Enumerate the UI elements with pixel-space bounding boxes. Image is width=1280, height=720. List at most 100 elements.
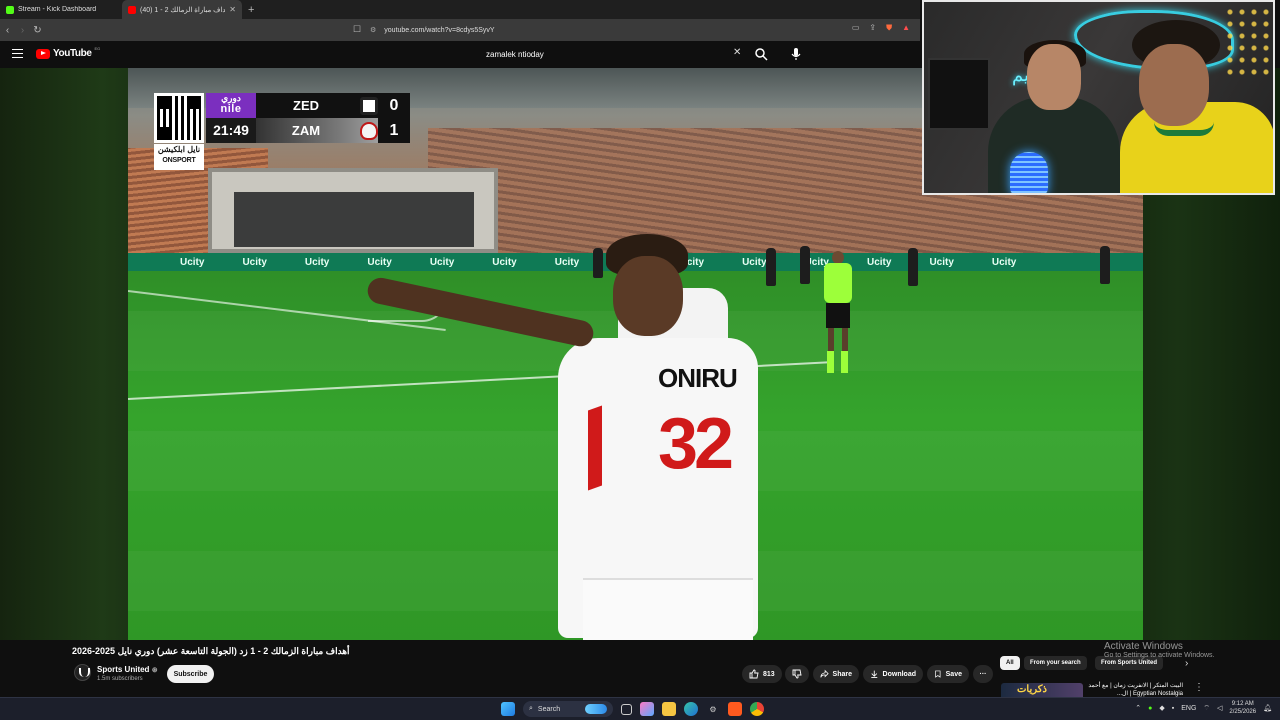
bookmark-save-icon bbox=[935, 670, 941, 678]
recommended-title[interactable]: البيت المتكر | الانفريت زمان | مع أحمد E… bbox=[1088, 682, 1183, 698]
screen: Stream - Kick Dashboard أهداف مباراة الز… bbox=[0, 0, 1280, 720]
chrome-icon[interactable] bbox=[750, 702, 764, 716]
settings-icon[interactable]: ⚙ bbox=[706, 702, 720, 716]
subscriber-count: 1.5m subscribers bbox=[97, 676, 143, 682]
taskbar-search-label: Search bbox=[537, 705, 561, 713]
tunnel-opening bbox=[234, 192, 474, 247]
taskbar-search[interactable]: ⌕ Search bbox=[523, 701, 613, 717]
address-bar: ‹ › ↻ ☐ ⚙ youtube.com/watch?v=8cdys5SyvY… bbox=[0, 19, 920, 41]
like-count: 813 bbox=[763, 670, 775, 678]
forward-arrow-icon[interactable]: › bbox=[15, 25, 30, 36]
chip-from-your-search[interactable]: From your search bbox=[1024, 656, 1087, 670]
share-button[interactable]: Share bbox=[813, 665, 859, 683]
system-tray: ⌃ ● ◆ ▪ ENG ⌔ ◁ 9:12 AM 2/25/2026 🔔︎ bbox=[1135, 700, 1272, 716]
ad-board-text: Ucity bbox=[242, 256, 267, 268]
referee-shorts bbox=[826, 303, 850, 328]
back-arrow-icon[interactable]: ‹ bbox=[0, 25, 15, 36]
channel-name[interactable]: Sports United ⊛ bbox=[97, 665, 158, 674]
reload-icon[interactable]: ↻ bbox=[30, 25, 45, 36]
player-shorts bbox=[583, 578, 753, 640]
system-clock[interactable]: 9:12 AM 2/25/2026 bbox=[1229, 700, 1256, 716]
tab-title: Stream - Kick Dashboard bbox=[18, 6, 97, 13]
channel-name-text: Sports United bbox=[97, 665, 150, 674]
microphone-icon[interactable] bbox=[790, 47, 802, 61]
url-field[interactable]: ⚙ youtube.com/watch?v=8cdys5SyvY bbox=[370, 22, 915, 38]
video-info-bar: أهداف مباراة الزمالك 2 - 1 زد (الجولة ال… bbox=[0, 640, 1280, 700]
broadcaster-name: ONSPORT bbox=[162, 157, 196, 164]
share-page-icon[interactable]: ⇪ bbox=[869, 23, 876, 33]
streamer-left-head bbox=[1027, 44, 1081, 110]
save-button[interactable]: Save bbox=[927, 665, 969, 683]
more-actions-button[interactable]: ··· bbox=[973, 665, 993, 683]
share-icon bbox=[820, 669, 829, 678]
more-vert-icon[interactable]: ⋮ bbox=[1194, 682, 1204, 693]
youtube-logo[interactable]: YouTube EG bbox=[36, 46, 100, 59]
download-label: Download bbox=[882, 670, 916, 678]
referee bbox=[818, 251, 858, 386]
team-score: 1 bbox=[378, 118, 410, 143]
menu-icon[interactable] bbox=[12, 49, 23, 58]
team-row-home: ZED 0 bbox=[256, 93, 410, 118]
verified-icon: ⊛ bbox=[151, 667, 158, 674]
site-info-icon[interactable]: ⚙ bbox=[370, 26, 376, 34]
streamer-right-head bbox=[1139, 44, 1209, 126]
search-input[interactable]: zamalek ntioday bbox=[486, 50, 544, 59]
ad-board-text: Ucity bbox=[929, 256, 954, 268]
thumbnail-text: ذكريات bbox=[1017, 684, 1047, 695]
chevron-right-icon[interactable]: › bbox=[1185, 658, 1188, 669]
referee-sock bbox=[827, 351, 834, 373]
clock-date: 2/25/2026 bbox=[1229, 709, 1257, 715]
close-tab-icon[interactable]: ✕ bbox=[229, 5, 236, 14]
tray-app-icon[interactable]: ● bbox=[1148, 705, 1152, 712]
search-highlight-icon bbox=[585, 704, 607, 714]
player-tunnel bbox=[208, 168, 498, 253]
task-view-icon[interactable] bbox=[621, 703, 632, 715]
file-explorer-icon[interactable] bbox=[662, 702, 676, 716]
like-button[interactable]: 813 bbox=[742, 665, 782, 683]
windows-start-icon[interactable] bbox=[501, 702, 515, 716]
wall-frame bbox=[928, 58, 990, 130]
jersey-number: 32 bbox=[658, 404, 734, 484]
tab-youtube-video[interactable]: أهداف مباراة الزمالك 2 - 1 (40) ✕ bbox=[122, 0, 242, 19]
share-label: Share bbox=[832, 670, 852, 678]
thumbs-up-icon bbox=[749, 669, 759, 679]
ad-board-text: Ucity bbox=[304, 256, 330, 268]
tab-title: أهداف مباراة الزمالك 2 - 1 (40) bbox=[140, 6, 226, 14]
tray-chevron-icon[interactable]: ⌃ bbox=[1135, 704, 1141, 712]
league-name: nile bbox=[220, 103, 242, 115]
volume-icon[interactable]: ◁ bbox=[1217, 704, 1222, 712]
ad-board-text: Ucity bbox=[866, 256, 892, 268]
chip-all[interactable]: All bbox=[1000, 656, 1020, 670]
tray-shield-icon[interactable]: ◆ bbox=[1159, 704, 1164, 712]
qr-pattern bbox=[157, 96, 201, 140]
jersey-stripe bbox=[588, 405, 602, 491]
youtube-favicon-icon bbox=[128, 5, 136, 14]
extension-icon[interactable]: ▲ bbox=[902, 23, 910, 33]
search-icon[interactable] bbox=[754, 47, 768, 61]
dislike-button[interactable] bbox=[785, 665, 809, 683]
bookmark-icon[interactable]: ☐ bbox=[353, 24, 361, 35]
browser-tab-bar: Stream - Kick Dashboard أهداف مباراة الز… bbox=[0, 0, 920, 19]
brave-icon[interactable] bbox=[728, 702, 742, 716]
fairy-lights bbox=[1224, 6, 1269, 76]
streamer-left-body bbox=[988, 97, 1120, 193]
language-indicator[interactable]: ENG bbox=[1181, 705, 1196, 712]
scoreboard: نايل ابلكيشن ONSPORT دوري nile 21:49 ZED… bbox=[154, 93, 410, 171]
channel-avatar[interactable] bbox=[74, 664, 91, 681]
tab-kick-dashboard[interactable]: Stream - Kick Dashboard bbox=[0, 0, 122, 19]
windows-activation-watermark: Activate Windows Go to Settings to activ… bbox=[1104, 641, 1215, 659]
clear-search-icon[interactable]: ✕ bbox=[733, 47, 741, 58]
wifi-icon[interactable]: ⌔ bbox=[1203, 704, 1210, 713]
ad-board-text: Ucity bbox=[991, 256, 1017, 268]
activate-title: Activate Windows bbox=[1104, 641, 1183, 652]
copilot-icon[interactable] bbox=[640, 702, 654, 716]
shield-icon[interactable]: ⛊ bbox=[886, 23, 892, 33]
cast-icon[interactable]: ▭ bbox=[852, 23, 860, 33]
download-button[interactable]: Download bbox=[863, 665, 923, 683]
tray-app-icon[interactable]: ▪ bbox=[1172, 705, 1174, 712]
notification-icon[interactable]: 🔔︎ bbox=[1263, 704, 1272, 712]
new-tab-button[interactable]: + bbox=[248, 4, 254, 16]
team-score: 0 bbox=[389, 96, 399, 114]
edge-icon[interactable] bbox=[684, 702, 698, 716]
subscribe-button[interactable]: Subscribe bbox=[167, 665, 214, 683]
